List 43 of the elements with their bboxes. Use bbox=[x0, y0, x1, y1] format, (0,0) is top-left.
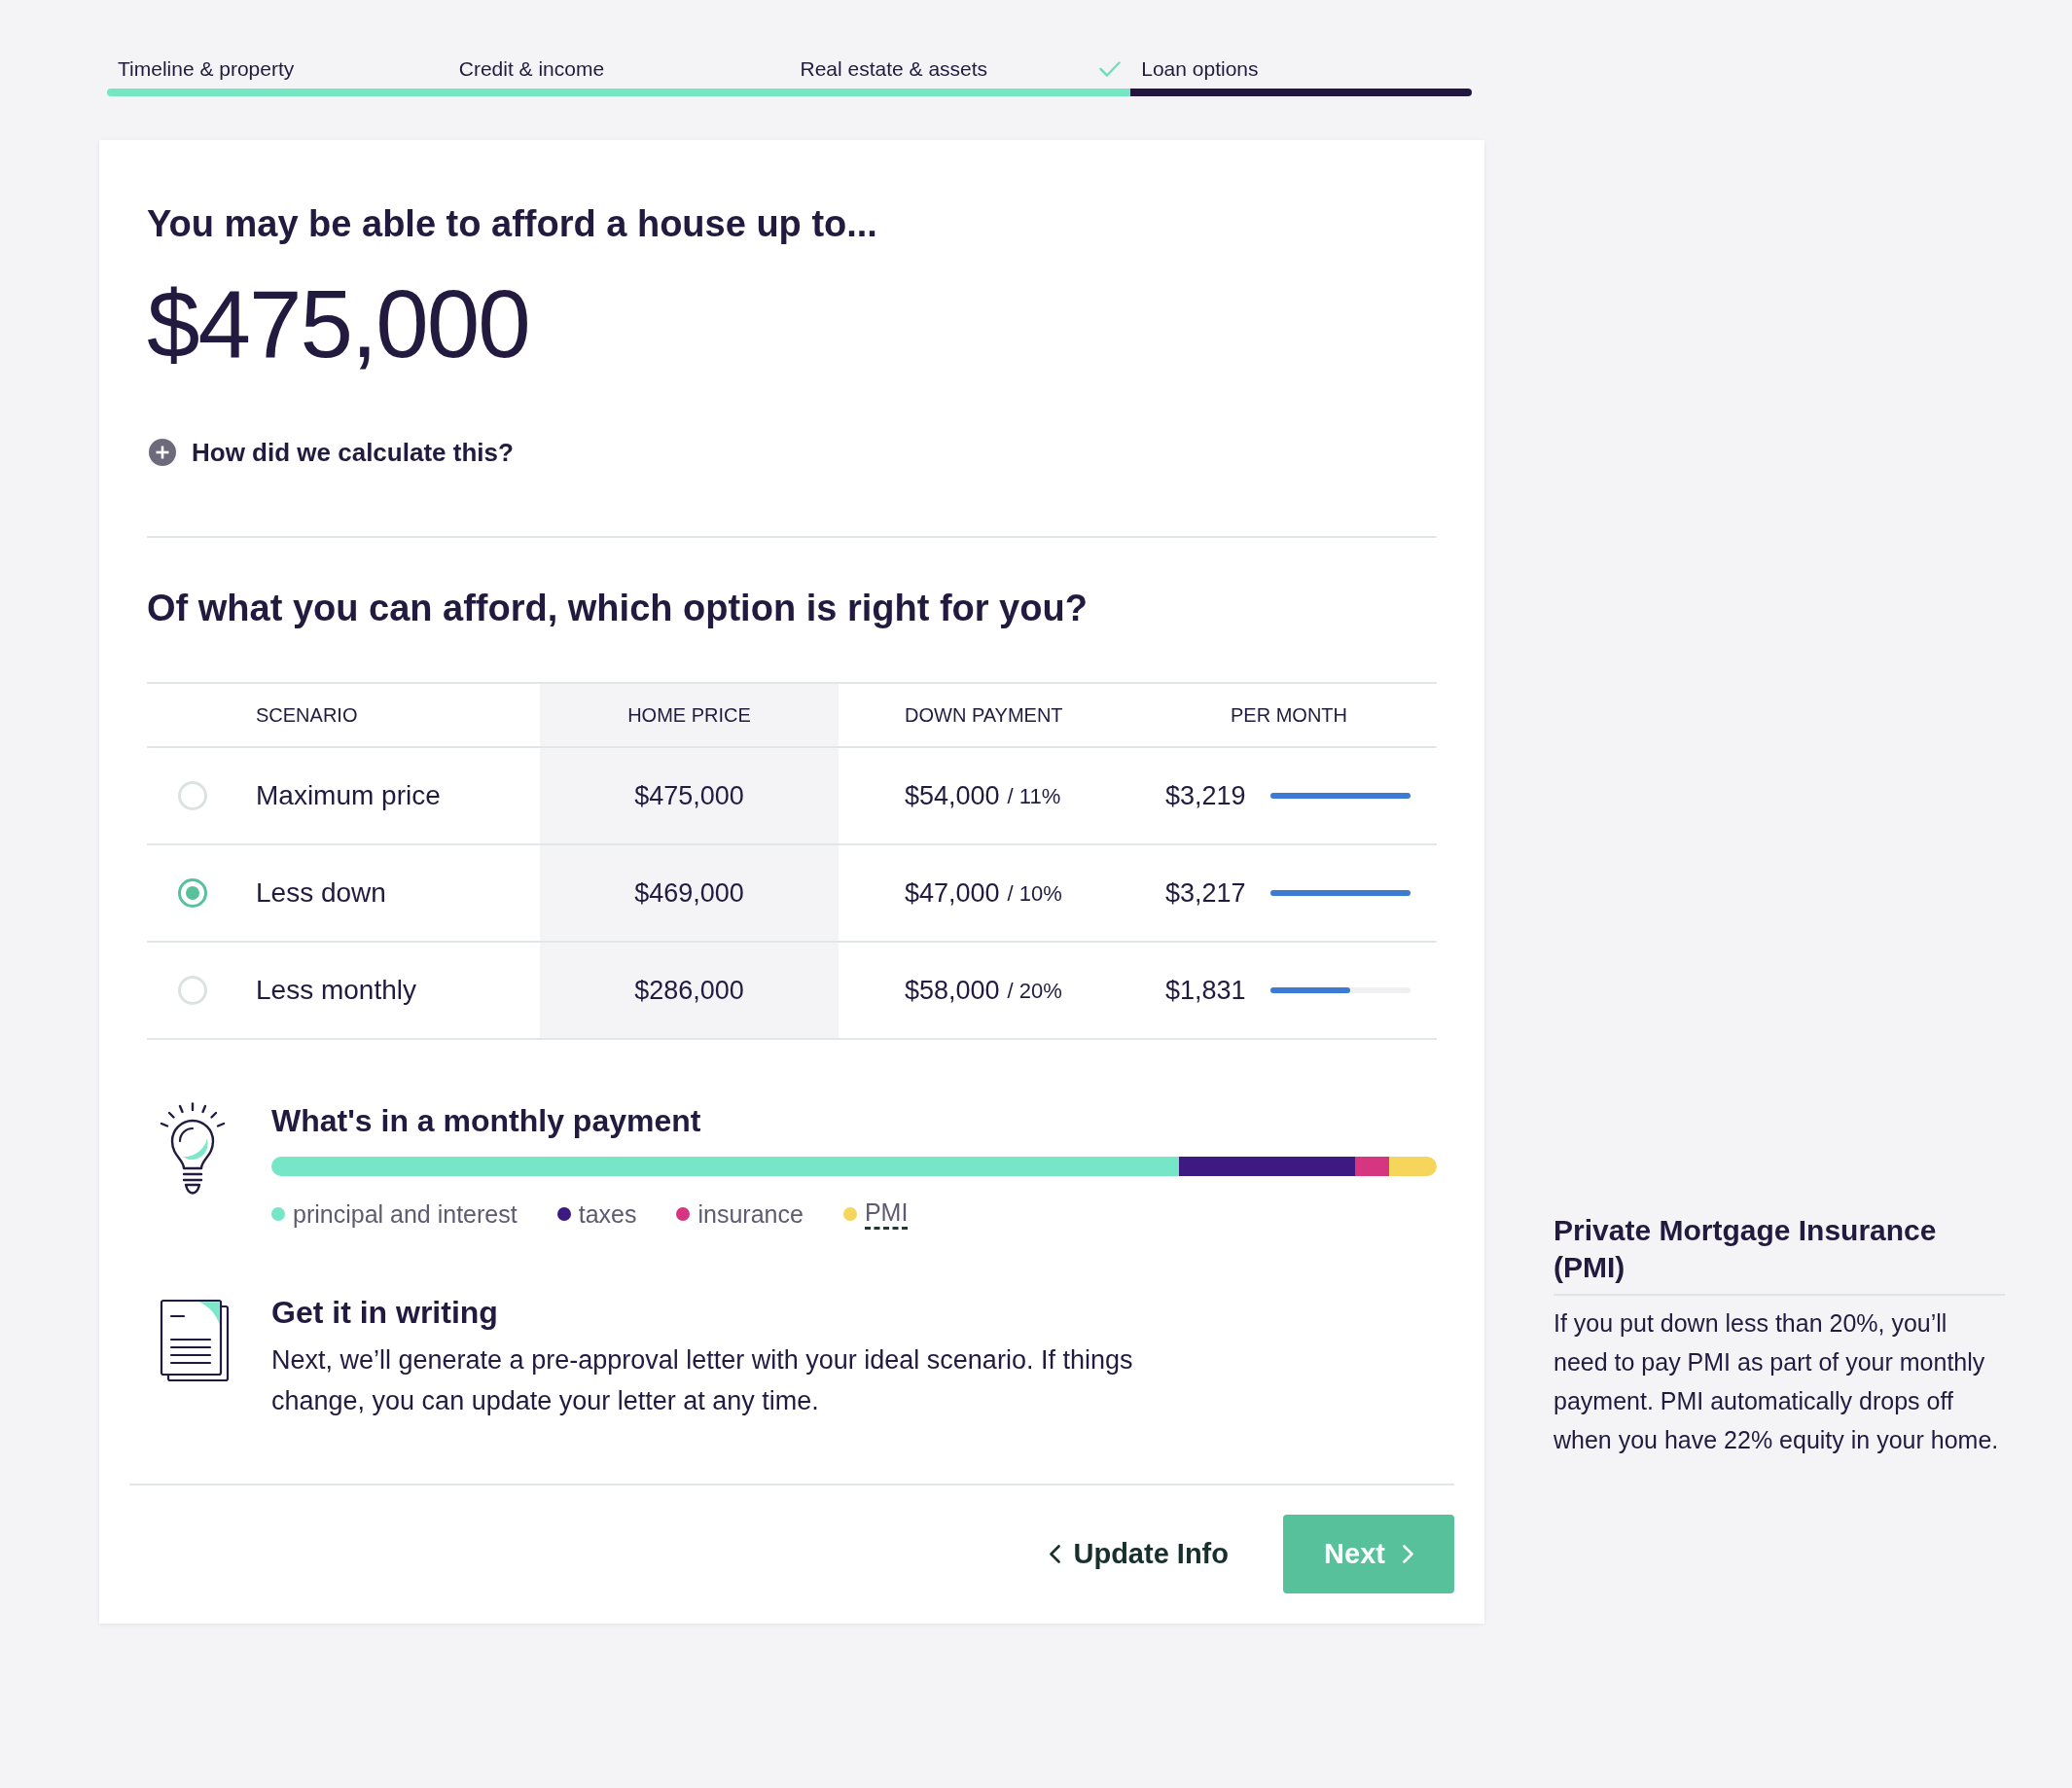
chevron-right-icon bbox=[1402, 1545, 1413, 1563]
table-cell-text: Maximum price bbox=[256, 779, 441, 812]
max-price-amount: $475,000 bbox=[147, 270, 530, 377]
section-text: Next, we’ll generate a pre-approval letter with your ideal scenario. If things change, you can update your letter at any time. bbox=[271, 1344, 1134, 1417]
back-button[interactable]: Update Info bbox=[1041, 1522, 1236, 1586]
options-heading: Of what you can afford, which option is right for you? bbox=[147, 587, 1089, 630]
column-header: SCENARIO bbox=[255, 703, 359, 728]
column-header: HOME PRICE bbox=[540, 684, 839, 746]
afford-heading: You may be able to afford a house up to... bbox=[147, 202, 878, 246]
table-cell: $475,000 bbox=[540, 748, 839, 843]
down-payment-share: / 20% bbox=[1007, 977, 1062, 1005]
legend-label: insurance bbox=[697, 1198, 804, 1229]
down-payment-share: / 10% bbox=[1007, 879, 1062, 908]
down-payment-amount: $58,000 bbox=[905, 974, 1000, 1007]
section-heading: Get it in writing bbox=[271, 1294, 499, 1331]
legend-label: principal and interest bbox=[293, 1198, 518, 1229]
step-label: Loan options bbox=[1141, 56, 1259, 82]
column-header: DOWN PAYMENT bbox=[904, 703, 1064, 728]
column-header: PER MONTH bbox=[1230, 703, 1348, 728]
table-cell: $286,000 bbox=[540, 943, 839, 1038]
table-cell: $469,000 bbox=[540, 845, 839, 941]
step-label: Timeline & property bbox=[118, 56, 295, 82]
radio-button[interactable] bbox=[178, 878, 207, 908]
down-payment-amount: $54,000 bbox=[905, 779, 1000, 812]
monthly-amount: $3,219 bbox=[1165, 779, 1246, 812]
section-heading: What's in a monthly payment bbox=[271, 1102, 702, 1139]
glossary-term-link[interactable]: PMI bbox=[864, 1198, 909, 1230]
legend-label: taxes bbox=[578, 1198, 637, 1229]
step-label: Real estate & assets bbox=[800, 56, 988, 82]
down-payment-share: / 11% bbox=[1007, 782, 1061, 810]
table-cell-text: Less monthly bbox=[256, 974, 416, 1007]
down-payment-amount: $47,000 bbox=[905, 876, 1000, 910]
definition-title: Private Mortgage Insurance (PMI) bbox=[1554, 1213, 1938, 1285]
definition-text: If you put down less than 20%, you’ll need to pay PMI as part of your monthly payment. PMI automatically drops off when you have 22% equity in your home. bbox=[1554, 1308, 2000, 1455]
table-cell-text: Less down bbox=[256, 876, 386, 910]
monthly-amount: $1,831 bbox=[1165, 974, 1246, 1007]
document-icon bbox=[160, 1299, 230, 1382]
monthly-amount: $3,217 bbox=[1165, 876, 1246, 910]
lightbulb-icon bbox=[160, 1102, 226, 1196]
step-label: Credit & income bbox=[458, 56, 605, 82]
calculation-toggle[interactable]: How did we calculate this? bbox=[147, 435, 514, 470]
chevron-left-icon bbox=[1049, 1545, 1060, 1563]
payment-bar-segment bbox=[1388, 1157, 1437, 1176]
